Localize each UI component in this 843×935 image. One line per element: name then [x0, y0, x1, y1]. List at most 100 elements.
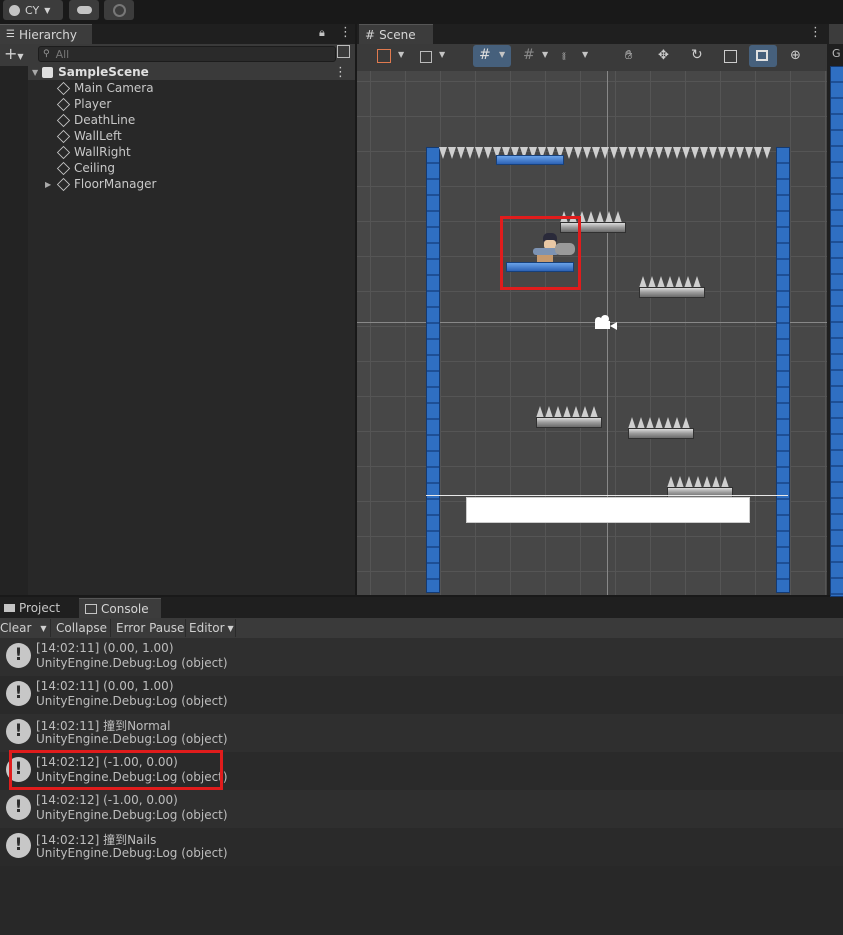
scene-menu-icon[interactable]: ⋮: [334, 65, 347, 80]
hierarchy-item[interactable]: WallRight: [0, 144, 355, 160]
account-label: CY: [25, 3, 40, 17]
collapse-toggle[interactable]: Collapse: [56, 619, 107, 637]
tab-console[interactable]: Console: [79, 598, 161, 618]
panel-menu-icon[interactable]: ⋮: [339, 25, 352, 40]
tab-project[interactable]: Project: [0, 599, 80, 617]
hierarchy-item[interactable]: Main Camera: [0, 80, 355, 96]
clear-label: Clear: [0, 621, 32, 635]
grid-icon: #: [479, 47, 491, 63]
log-entry[interactable]: ! [14:02:12] 撞到Nails UnityEngine.Debug:L…: [0, 828, 843, 866]
unity-scene-icon: [42, 66, 54, 78]
nails-platform[interactable]: [639, 287, 705, 298]
hierarchy-item-label: WallLeft: [74, 129, 122, 143]
nails-platform[interactable]: [536, 417, 602, 428]
normal-platform[interactable]: [496, 155, 564, 165]
rotate-tool-button[interactable]: ↻: [683, 45, 711, 67]
scene-panel: # Scene ⋮ ▼ ▼ # ▼ # ▼ ⧛ ▼ ✋︎ ✥ ↻ ⊕: [357, 24, 827, 595]
editor-label: Editor: [189, 621, 225, 635]
render-mode-dropdown[interactable]: ▼: [414, 45, 452, 67]
snap-settings-button[interactable]: # ▼: [517, 45, 553, 67]
collab-icon: [112, 3, 126, 17]
account-dropdown[interactable]: CY ▼: [3, 0, 63, 20]
log-entry[interactable]: ! [14:02:11] (0.00, 1.00) UnityEngine.De…: [0, 676, 843, 714]
collab-button[interactable]: [104, 0, 134, 20]
scale-tool-button[interactable]: [716, 45, 744, 67]
ruler-icon: ⧛: [562, 50, 566, 63]
hierarchy-item[interactable]: Ceiling: [0, 160, 355, 176]
editor-target-dropdown[interactable]: Editor ▼: [189, 619, 234, 637]
error-pause-label: Error Pause: [116, 621, 185, 635]
hierarchy-search-input[interactable]: ⚲ All: [38, 46, 336, 62]
rect-tool-button[interactable]: [749, 45, 777, 67]
caret-down-icon: ▼: [499, 50, 506, 59]
gameobject-icon: [56, 129, 71, 143]
ceiling-spikes[interactable]: [439, 147, 775, 159]
add-object-button[interactable]: +▼: [4, 44, 24, 63]
wall-left[interactable]: [426, 147, 440, 593]
list-icon: ☰: [6, 29, 15, 40]
log-message: [14:02:12] (-1.00, 0.00): [36, 793, 178, 807]
log-stacktrace: UnityEngine.Debug:Log (object): [36, 846, 228, 860]
scene-viewport[interactable]: [357, 71, 827, 595]
draw-mode-dropdown[interactable]: ▼: [373, 45, 409, 67]
cloud-icon: [76, 6, 92, 14]
hierarchy-item-label: Player: [74, 97, 112, 111]
hierarchy-item[interactable]: ▶ FloorManager: [0, 176, 355, 192]
error-pause-toggle[interactable]: Error Pause: [116, 619, 184, 637]
log-entry[interactable]: ! [14:02:12] (-1.00, 0.00) UnityEngine.D…: [0, 790, 843, 828]
log-message: [14:02:11] (0.00, 1.00): [36, 641, 174, 655]
cloud-button[interactable]: [69, 0, 99, 20]
info-icon: !: [6, 833, 31, 858]
grid-toggle-button[interactable]: # ▼: [473, 45, 511, 67]
log-entry[interactable]: ! [14:02:11] (0.00, 1.00) UnityEngine.De…: [0, 638, 843, 676]
top-toolbar: CY ▼: [0, 0, 843, 21]
hierarchy-item-label: WallRight: [74, 145, 131, 159]
log-message: [14:02:11] (0.00, 1.00): [36, 679, 174, 693]
hand-tool-button[interactable]: ✋︎: [617, 45, 645, 67]
wall-right[interactable]: [776, 147, 790, 593]
caret-down-icon: ▼: [17, 52, 24, 61]
panel-menu-icon[interactable]: ⋮: [809, 25, 822, 40]
log-stacktrace: UnityEngine.Debug:Log (object): [36, 732, 228, 746]
tab-scene[interactable]: # Scene: [359, 24, 433, 44]
collapse-label: Collapse: [56, 621, 107, 635]
wall-partial: [830, 66, 843, 597]
hierarchy-item-label: Ceiling: [74, 161, 115, 175]
nails-platform[interactable]: [628, 428, 694, 439]
move-tool-button[interactable]: ✥: [650, 45, 678, 67]
move-icon: ✥: [658, 48, 669, 63]
log-entry[interactable]: ! [14:02:11] 撞到Normal UnityEngine.Debug:…: [0, 714, 843, 752]
search-options-icon[interactable]: [337, 45, 350, 58]
floor-manager-area[interactable]: [466, 497, 750, 523]
transform-tool-button[interactable]: ⊕: [782, 45, 810, 67]
rotate-icon: ↻: [691, 47, 703, 63]
tab-hierarchy[interactable]: ☰ Hierarchy: [0, 24, 92, 44]
clear-button[interactable]: Clear ▼: [0, 619, 50, 637]
highlight-box: [9, 750, 223, 790]
caret-down-icon: ▼: [439, 50, 446, 59]
gameobject-icon: [56, 161, 71, 175]
lock-icon[interactable]: 🔒︎: [319, 26, 325, 40]
info-icon: !: [6, 719, 31, 744]
info-icon: !: [6, 681, 31, 706]
search-placeholder: All: [55, 47, 70, 61]
camera-gizmo-icon[interactable]: [593, 315, 619, 331]
gameobject-icon: [56, 177, 71, 191]
project-tab-label: Project: [19, 601, 61, 615]
cube-icon: [420, 51, 432, 63]
hierarchy-item[interactable]: Player: [0, 96, 355, 112]
hierarchy-panel: ☰ Hierarchy 🔒︎ ⋮ +▼ ⚲ All ▼ SampleScene …: [0, 24, 355, 595]
hierarchy-item[interactable]: WallLeft: [0, 128, 355, 144]
hash-grid-icon: #: [365, 27, 376, 42]
hierarchy-item[interactable]: DeathLine: [0, 112, 355, 128]
caret-down-icon: ▼: [227, 623, 234, 633]
increment-snap-button[interactable]: ⧛ ▼: [557, 45, 593, 67]
scene-tab-label: Scene: [379, 27, 416, 42]
scene-root-row[interactable]: ▼ SampleScene ⋮: [0, 64, 355, 80]
console-tab-label: Console: [101, 601, 149, 616]
log-stacktrace: UnityEngine.Debug:Log (object): [36, 694, 228, 708]
info-icon: !: [6, 795, 31, 820]
shading-icon: [377, 49, 391, 63]
deathline[interactable]: [426, 495, 788, 496]
log-stacktrace: UnityEngine.Debug:Log (object): [36, 656, 228, 670]
